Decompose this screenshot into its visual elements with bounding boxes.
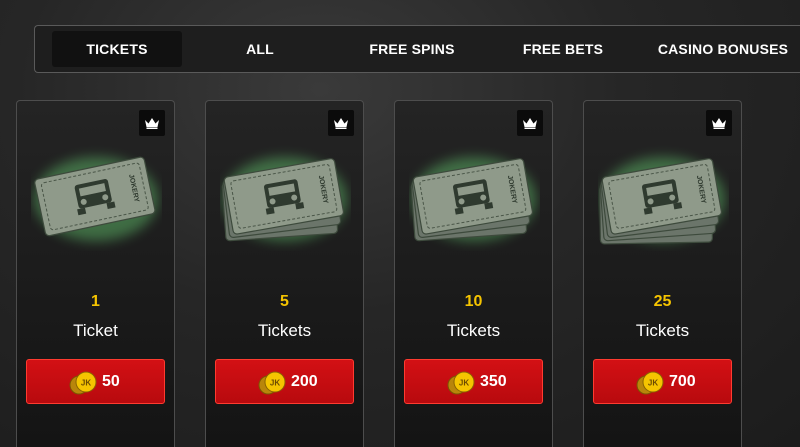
ticket-offer-card[interactable]: JOKERY 10 Tickets JK 350 (394, 100, 553, 447)
tab-all[interactable]: ALL (210, 31, 310, 67)
tab-casino-bonuses[interactable]: CASINO BONUSES (643, 31, 800, 67)
svg-text:JK: JK (459, 379, 469, 388)
price-label: 700 (669, 373, 696, 390)
tab-tickets[interactable]: TICKETS (52, 31, 182, 67)
jeep-ticket-icon: JOKERY (34, 156, 158, 241)
jeep-ticket-icon: JOKERY (410, 157, 536, 242)
ticket-quantity: 25 (653, 293, 672, 310)
jeep-ticket-icon: JOKERY (598, 157, 725, 245)
ticket-quantity: 5 (280, 293, 289, 310)
ticket-unit-label: Tickets (635, 321, 690, 340)
jk-coin-icon: JK (69, 371, 97, 395)
ticket-unit-label: Tickets (446, 321, 501, 340)
ticket-offer-card[interactable]: JOKERY 5 Tickets JK 200 (205, 100, 364, 447)
crown-icon (706, 110, 732, 136)
jeep-ticket-icon: JOKERY (221, 157, 347, 242)
buy-button[interactable]: JK 350 (404, 359, 543, 404)
buy-button[interactable]: JK 700 (593, 359, 732, 404)
tab-free-spins[interactable]: FREE SPINS (347, 31, 477, 67)
category-tab-bar: TICKETS ALL FREE SPINS FREE BETS CASINO … (34, 25, 800, 73)
ticket-quantity: 10 (464, 293, 483, 310)
jk-coin-icon: JK (258, 371, 286, 395)
ticket-offer-card[interactable]: JOKERY 25 Tickets JK 700 (583, 100, 742, 447)
buy-button[interactable]: JK 50 (26, 359, 165, 404)
crown-icon (517, 110, 543, 136)
svg-text:JK: JK (270, 379, 280, 388)
jk-coin-icon: JK (636, 371, 664, 395)
ticket-unit-label: Tickets (257, 321, 312, 340)
crown-icon (139, 110, 165, 136)
crown-icon (328, 110, 354, 136)
buy-button[interactable]: JK 200 (215, 359, 354, 404)
ticket-offer-card[interactable]: JOKERY 1 Ticket JK 50 (16, 100, 175, 447)
ticket-quantity: 1 (91, 293, 100, 310)
price-label: 350 (480, 373, 507, 390)
price-label: 50 (102, 373, 120, 390)
price-label: 200 (291, 373, 318, 390)
ticket-unit-label: Ticket (73, 321, 118, 340)
tab-free-bets[interactable]: FREE BETS (503, 31, 623, 67)
jk-coin-icon: JK (447, 371, 475, 395)
svg-text:JK: JK (81, 379, 91, 388)
svg-text:JK: JK (648, 379, 658, 388)
